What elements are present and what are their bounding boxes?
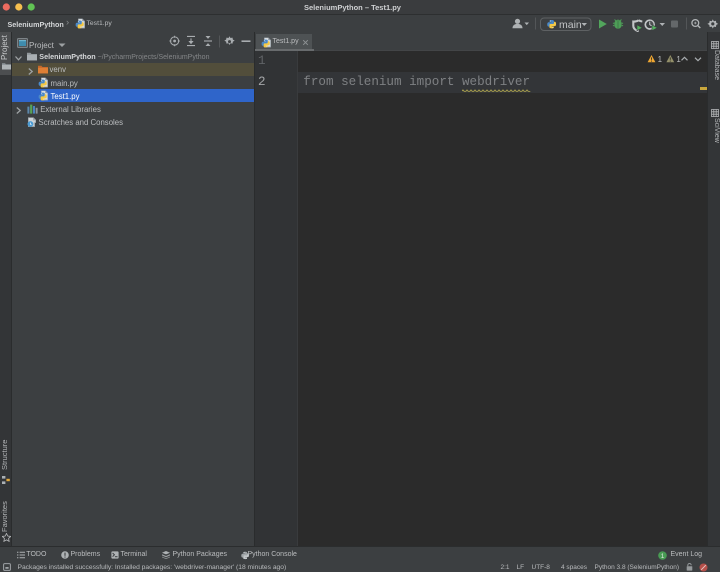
svg-text:1: 1 (676, 55, 681, 64)
svg-text:1: 1 (661, 553, 665, 560)
svg-text:1: 1 (658, 55, 663, 64)
svg-text:main: main (559, 19, 582, 31)
